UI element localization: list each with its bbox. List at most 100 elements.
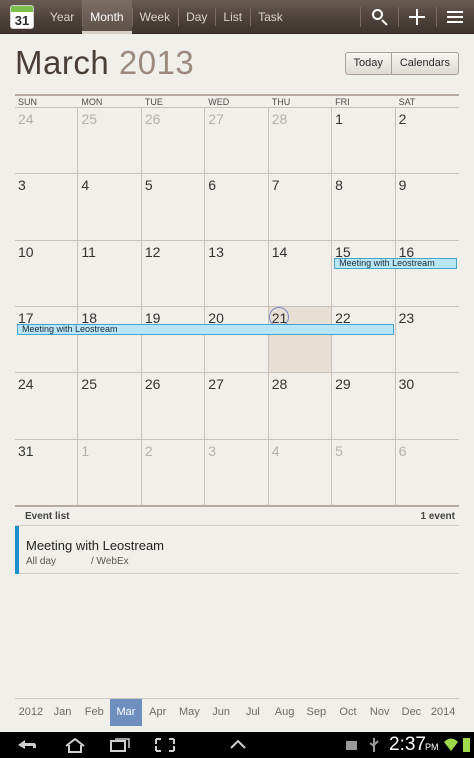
calendars-button[interactable]: Calendars [390, 53, 458, 74]
day-cell[interactable]: 3 [15, 174, 79, 241]
day-cell[interactable]: 11 [78, 240, 142, 307]
day-cell[interactable]: 5 [332, 439, 396, 506]
event-list-item[interactable]: Meeting with Leostream All day / WebEx [15, 526, 459, 574]
event-time: All day [26, 556, 57, 567]
event-bar[interactable]: Meeting with Leostream [17, 323, 394, 335]
month-strip-item[interactable]: Jun [205, 699, 237, 726]
month-strip-item[interactable]: Apr [142, 699, 174, 726]
day-cell[interactable]: 17 [15, 306, 79, 374]
screenshot-icon[interactable] [153, 736, 177, 754]
weekday-label: SUN [18, 97, 38, 107]
day-number: 7 [271, 177, 280, 194]
day-number: 4 [81, 177, 90, 194]
day-cell[interactable]: 6 [205, 174, 269, 241]
chevron-up-icon[interactable] [226, 736, 250, 754]
month-navigator: 2012 Jan Feb Mar Apr May Jun Jul Aug Sep Oct Nov Dec… [15, 698, 459, 726]
tab-list[interactable]: List [215, 0, 250, 34]
day-cell[interactable]: 20 [205, 306, 269, 374]
day-cell[interactable]: 24 [15, 373, 79, 440]
day-cell[interactable]: 7 [268, 174, 333, 241]
month-strip-item[interactable]: Dec [396, 699, 428, 726]
day-number: 28 [271, 376, 288, 393]
month-strip-item[interactable]: Jul [237, 699, 269, 726]
day-cell[interactable]: 2 [395, 108, 459, 175]
day-cell[interactable]: 18 [78, 306, 142, 374]
month-strip-item[interactable]: Oct [332, 699, 364, 726]
day-cell[interactable]: 1 [78, 439, 142, 506]
day-cell[interactable]: 6 [395, 440, 459, 506]
clock-ampm: PM [425, 742, 439, 752]
today-button[interactable]: Today [346, 53, 391, 74]
home-icon[interactable] [63, 736, 87, 754]
menu-icon[interactable] [436, 0, 474, 34]
day-number: 31 [18, 442, 34, 459]
day-number: 10 [18, 243, 34, 260]
day-number: 1 [81, 442, 90, 459]
day-cell[interactable]: 26 [141, 108, 206, 175]
back-icon[interactable] [14, 736, 38, 754]
event-color-bar [15, 526, 19, 574]
month-grid: SUN MON TUE WED THU FRI SAT 24 25 26 27 28 1 2 3 4 5 6 7 8… [15, 94, 459, 506]
day-cell[interactable]: 29 [332, 373, 396, 440]
event-title: Meeting with Leostream [26, 538, 165, 553]
tab-week[interactable]: Week [131, 0, 178, 34]
day-cell[interactable]: 31 [15, 439, 79, 506]
header-buttons: Today Calendars [344, 52, 459, 75]
action-buttons [360, 0, 474, 34]
day-cell[interactable]: 25 [78, 373, 142, 440]
day-cell[interactable]: 13 [205, 240, 269, 307]
event-location: / WebEx [91, 556, 129, 567]
month-strip-item[interactable]: 2012 [15, 699, 47, 726]
day-cell[interactable]: 2 [141, 439, 206, 506]
day-cell[interactable]: 10 [15, 240, 79, 307]
day-cell[interactable]: 28 [268, 108, 333, 175]
day-cell[interactable]: 3 [205, 439, 269, 506]
event-list-title: Event list [25, 511, 70, 522]
tab-task[interactable]: Task [250, 0, 291, 34]
tab-year[interactable]: Year [42, 0, 82, 34]
day-cell[interactable]: 16 [395, 241, 459, 307]
battery-icon [463, 738, 470, 752]
month-strip-item[interactable]: Feb [78, 699, 110, 726]
day-cell[interactable]: 27 [205, 108, 269, 175]
month-strip-item[interactable]: Sep [300, 699, 332, 726]
day-number: 11 [81, 243, 96, 260]
day-cell[interactable]: 4 [268, 439, 333, 506]
day-cell[interactable]: 25 [78, 108, 142, 175]
recent-apps-icon[interactable] [108, 736, 132, 754]
month-strip-item[interactable]: Mar [110, 699, 142, 726]
day-number: 12 [144, 243, 161, 260]
add-icon[interactable] [398, 0, 436, 34]
search-icon[interactable] [360, 0, 398, 34]
day-cell[interactable]: 23 [395, 307, 459, 374]
day-cell[interactable]: 4 [78, 174, 142, 241]
day-cell[interactable]: 12 [141, 240, 206, 307]
day-cell[interactable]: 9 [395, 174, 459, 241]
day-cell[interactable]: 22 [332, 306, 396, 374]
tab-day[interactable]: Day [178, 0, 215, 34]
notification-icon [346, 741, 357, 750]
day-cell[interactable]: 8 [332, 174, 396, 241]
day-cell[interactable]: 19 [141, 306, 206, 374]
day-cell[interactable]: 30 [395, 373, 459, 440]
day-cell[interactable]: 27 [205, 373, 269, 440]
day-cell[interactable]: 28 [268, 373, 333, 440]
day-number: 26 [144, 376, 161, 393]
day-cell[interactable]: 14 [268, 240, 333, 307]
day-cell[interactable]: 24 [15, 108, 79, 175]
weekday-label: THU [271, 97, 291, 107]
tab-month[interactable]: Month [82, 0, 132, 34]
day-cell-today[interactable]: 21 [268, 306, 333, 374]
day-cell[interactable]: 5 [141, 174, 206, 241]
weekday-label: MON [81, 97, 103, 107]
day-cell[interactable]: 26 [141, 373, 206, 440]
calendar-app-icon[interactable]: 31 [10, 5, 34, 29]
month-strip-item[interactable]: Nov [364, 699, 396, 726]
month-strip-item[interactable]: Jan [47, 699, 79, 726]
month-strip-item[interactable]: May [174, 699, 206, 726]
month-strip-item[interactable]: 2014 [427, 699, 459, 726]
day-cell[interactable]: 15 [332, 240, 396, 307]
day-cell[interactable]: 1 [332, 108, 396, 175]
event-bar[interactable]: Meeting with Leostream [334, 257, 457, 269]
month-strip-item[interactable]: Aug [269, 699, 301, 726]
